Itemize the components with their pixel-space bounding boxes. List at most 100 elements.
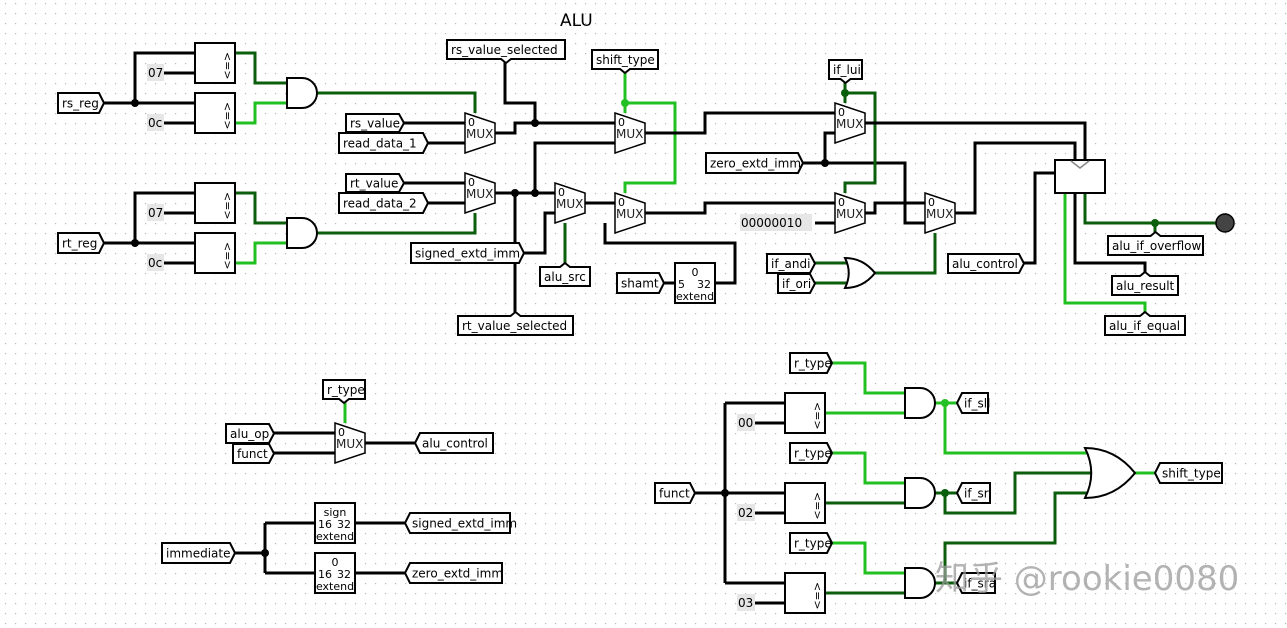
- tunnel-funct[interactable]: funct: [654, 482, 697, 504]
- tunnel-label: if_sll: [964, 397, 990, 411]
- tunnel-immediate[interactable]: immediate: [161, 542, 237, 564]
- comparator[interactable]: <=>: [194, 42, 236, 84]
- tunnel-alu-control[interactable]: alu_control: [947, 253, 1026, 274]
- tunnel-label: alu_op: [230, 427, 269, 441]
- bit-extender[interactable]: 05 32extend: [674, 262, 716, 304]
- tunnel-zero-extd-imm[interactable]: zero_extd_imm: [705, 152, 805, 174]
- comparator[interactable]: <=>: [784, 482, 826, 524]
- tunnel-label: r_type: [794, 357, 832, 371]
- tunnel-if-ori[interactable]: if_ori: [777, 273, 817, 294]
- tunnel-label: rt_reg: [62, 237, 97, 251]
- and-gate[interactable]: [904, 477, 936, 509]
- tunnel-r-type[interactable]: r_type: [789, 442, 834, 464]
- tunnel-r-type[interactable]: r_type: [322, 379, 366, 405]
- and-gate[interactable]: [904, 387, 936, 419]
- bit-extender[interactable]: sign16 32extend: [314, 502, 356, 544]
- tunnel-if-sll[interactable]: if_sll: [955, 392, 990, 414]
- constant-c0c: 0c: [148, 256, 162, 270]
- constant-c0c: 0c: [148, 116, 162, 130]
- tunnel-label: rt_value: [350, 177, 398, 191]
- mux-label: MUX: [836, 117, 863, 131]
- tunnel-alu-control[interactable]: alu_control: [413, 432, 494, 454]
- constant-c07: 07: [148, 66, 163, 80]
- alu-block[interactable]: [1054, 159, 1106, 194]
- tunnel-label: immediate: [166, 547, 231, 561]
- tunnel-r-type[interactable]: r_type: [789, 352, 834, 374]
- circuit-title: ALU: [560, 11, 593, 31]
- tunnel-label: zero_extd_imm: [710, 157, 801, 171]
- mux-label: MUX: [836, 207, 863, 221]
- tunnel-signed-extd-imm[interactable]: signed_extd_imm: [410, 242, 526, 264]
- tunnel-label: shift_type: [596, 53, 655, 67]
- tunnel-label: r_type: [794, 537, 832, 551]
- and-gate[interactable]: [904, 567, 936, 599]
- tunnel-alu-if-overflow[interactable]: alu_if_overflow: [1107, 230, 1204, 256]
- bit-extender[interactable]: 016 32extend: [314, 552, 356, 594]
- junction-dot: [131, 99, 139, 107]
- tunnel-shamt[interactable]: shamt: [616, 272, 666, 294]
- tunnel-signed-extd-imm[interactable]: signed_extd_imm: [403, 512, 517, 534]
- tunnel-label: if_andi: [771, 257, 810, 271]
- tunnel-label: shift_type: [1162, 467, 1221, 481]
- tunnel-alu-src[interactable]: alu_src: [539, 261, 591, 287]
- tunnel-rt-value[interactable]: rt_value: [345, 173, 406, 193]
- and-gate[interactable]: [286, 217, 318, 249]
- tunnel-alu-op[interactable]: alu_op: [225, 423, 276, 444]
- extender-label: extend: [316, 580, 354, 593]
- tunnel-label: funct: [237, 447, 268, 461]
- tunnel-zero-extd-imm[interactable]: zero_extd_imm: [403, 562, 503, 584]
- comparator[interactable]: <=>: [784, 572, 826, 614]
- tunnel-shift-type[interactable]: shift_type: [1153, 462, 1223, 484]
- tunnel-rt-reg[interactable]: rt_reg: [57, 232, 106, 254]
- overflow-led: [1215, 213, 1235, 233]
- tunnel-funct[interactable]: funct: [232, 443, 276, 464]
- comparator-symbols: <=>: [221, 102, 234, 130]
- tunnel-if-lui[interactable]: if_lui: [828, 59, 863, 85]
- tunnel-label: read_data_2: [343, 197, 417, 211]
- comparator-symbols: <=>: [221, 52, 234, 80]
- tunnel-label: if_srl: [964, 487, 992, 501]
- tunnel-r-type[interactable]: r_type: [789, 532, 834, 554]
- comparator[interactable]: <=>: [784, 392, 826, 434]
- comparator-symbols: <=>: [811, 402, 824, 430]
- comparator-symbols: <=>: [811, 492, 824, 520]
- tunnel-rs-value[interactable]: rs_value: [345, 113, 406, 133]
- tunnel-alu-result[interactable]: alu_result: [1111, 270, 1179, 296]
- tunnel-rs-value-selected[interactable]: rs_value_selected: [446, 39, 566, 65]
- comparator-symbols: <=>: [811, 582, 824, 610]
- mux-label: MUX: [616, 207, 643, 221]
- tunnel-label: rs_value_selected: [451, 43, 558, 57]
- tunnel-alu-if-equal[interactable]: alu_if_equal: [1104, 310, 1186, 336]
- constant-c02: 02: [738, 506, 753, 520]
- tunnel-rt-value-selected[interactable]: rt_value_selected: [457, 310, 574, 336]
- tunnel-label: signed_extd_imm: [412, 517, 517, 531]
- tunnel-label: alu_if_equal: [1109, 319, 1180, 333]
- comparator[interactable]: <=>: [194, 92, 236, 134]
- tunnel-label: rs_reg: [62, 97, 99, 111]
- tunnel-read-data-2[interactable]: read_data_2: [338, 192, 430, 214]
- tunnel-shift-type[interactable]: shift_type: [591, 49, 659, 75]
- tunnel-if-andi[interactable]: if_andi: [766, 253, 817, 274]
- tunnel-label: alu_src: [544, 270, 586, 284]
- mux-label: MUX: [616, 127, 643, 141]
- mux-label: MUX: [466, 127, 493, 141]
- constant-c03: 03: [738, 596, 753, 610]
- constant-c10: 00000010: [741, 216, 802, 230]
- tunnel-rs-reg[interactable]: rs_reg: [57, 92, 106, 114]
- comparator[interactable]: <=>: [194, 232, 236, 274]
- tunnel-if-srl[interactable]: if_srl: [955, 482, 992, 504]
- comparator-symbols: <=>: [221, 192, 234, 220]
- tunnel-label: rt_value_selected: [462, 319, 567, 333]
- comparator[interactable]: <=>: [194, 182, 236, 224]
- tunnel-label: if_lui: [833, 63, 861, 77]
- tunnel-read-data-1[interactable]: read_data_1: [338, 132, 430, 154]
- tunnel-label: alu_if_overflow: [1112, 239, 1202, 253]
- circuit-canvas[interactable]: ALU <=><=><=><=>070c070c0MUX0MUX 0MUX0MUX…: [0, 0, 1287, 628]
- grid-background: [0, 0, 1287, 628]
- tunnel-label: alu_result: [1116, 279, 1175, 293]
- tunnel-label: r_type: [327, 383, 365, 397]
- tunnel-label: alu_control: [952, 257, 1018, 271]
- tunnel-label: read_data_1: [343, 137, 417, 151]
- and-gate[interactable]: [286, 77, 318, 109]
- tunnel-label: r_type: [794, 447, 832, 461]
